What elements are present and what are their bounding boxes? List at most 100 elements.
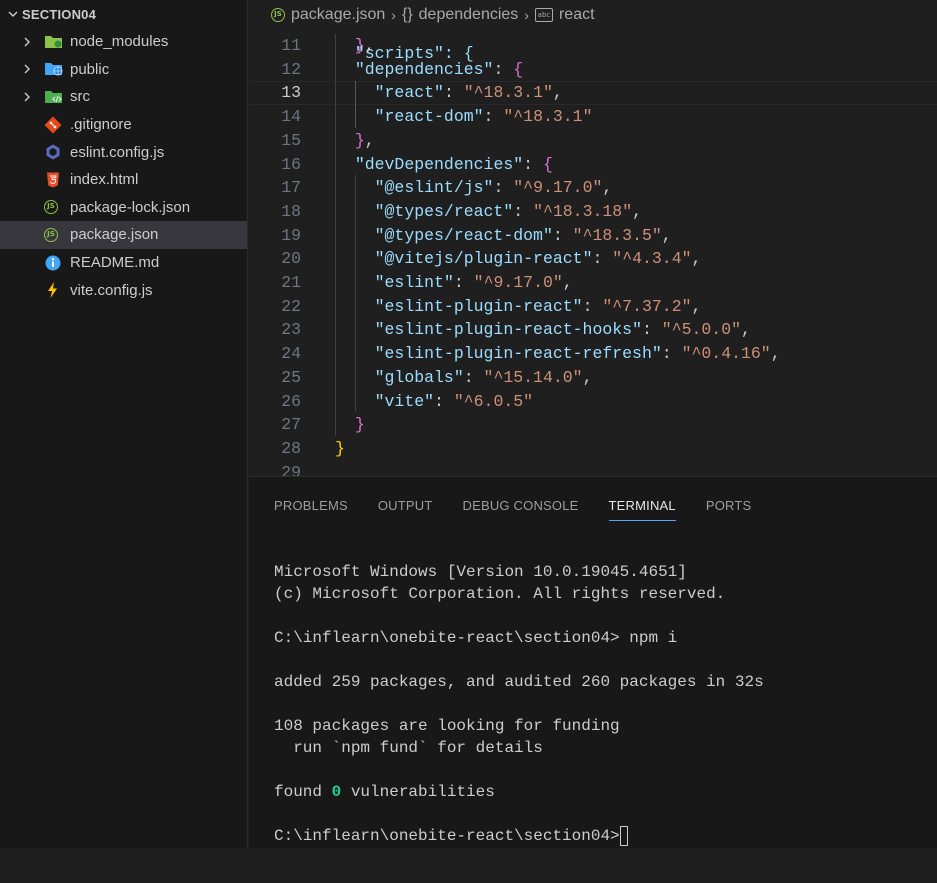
code-line[interactable]: 22 "eslint-plugin-react": "^7.37.2", bbox=[249, 295, 937, 319]
vite-icon bbox=[44, 276, 62, 304]
code-line[interactable]: 24 "eslint-plugin-react-refresh": "^0.4.… bbox=[249, 342, 937, 366]
tree-item-package-lock[interactable]: JS package-lock.json bbox=[0, 194, 247, 222]
code-line[interactable]: 23 "eslint-plugin-react-hooks": "^5.0.0"… bbox=[249, 318, 937, 342]
chevron-right-icon[interactable] bbox=[22, 83, 32, 111]
breadcrumb-symbol[interactable]: react bbox=[559, 6, 595, 24]
code-text: "@types/react-dom": "^18.3.5", bbox=[374, 225, 672, 245]
tree-item-label: eslint.config.js bbox=[70, 143, 165, 161]
code-text: } bbox=[335, 438, 345, 458]
terminal-line: C:\inflearn\onebite-react\section04> bbox=[274, 825, 937, 847]
tree-item-label: vite.config.js bbox=[70, 281, 153, 299]
terminal-line: found 0 vulnerabilities bbox=[274, 781, 937, 803]
tree-item-label: public bbox=[70, 60, 110, 78]
code-line[interactable]: 17 "@eslint/js": "^9.17.0", bbox=[249, 176, 937, 200]
line-number: 20 bbox=[281, 249, 301, 269]
eslint-icon bbox=[44, 138, 62, 166]
chevron-right-icon[interactable] bbox=[22, 56, 32, 84]
code-line[interactable]: 12 "dependencies": { bbox=[249, 58, 937, 82]
tree-item-src[interactable]: src bbox=[0, 83, 247, 111]
tab-problems[interactable]: PROBLEMS bbox=[274, 498, 348, 521]
explorer-section-header[interactable]: SECTION04 bbox=[0, 0, 247, 28]
code-line[interactable]: 25 "globals": "^15.14.0", bbox=[249, 366, 937, 390]
code-text: "@types/react": "^18.3.18", bbox=[374, 201, 642, 221]
code-line[interactable]: 21 "eslint": "^9.17.0", bbox=[249, 271, 937, 295]
tree-item-readme[interactable]: README.md bbox=[0, 249, 247, 277]
section-title: SECTION04 bbox=[22, 6, 97, 22]
tree-item-index-html[interactable]: index.html bbox=[0, 166, 247, 194]
line-number: 16 bbox=[281, 154, 301, 174]
tree-item-node-modules[interactable]: node_modules bbox=[0, 28, 247, 56]
chevron-down-icon[interactable] bbox=[4, 8, 22, 20]
line-number: 22 bbox=[281, 296, 301, 316]
breadcrumb-section[interactable]: dependencies bbox=[419, 6, 519, 24]
html5-icon bbox=[44, 166, 62, 194]
code-line[interactable]: 11 }, bbox=[249, 34, 937, 58]
tab-terminal[interactable]: TERMINAL bbox=[608, 498, 676, 521]
code-text: "eslint": "^9.17.0", bbox=[374, 273, 573, 292]
git-icon bbox=[44, 111, 62, 139]
tab-debug-console[interactable]: DEBUG CONSOLE bbox=[463, 498, 579, 521]
chevron-right-icon[interactable] bbox=[22, 28, 32, 56]
line-number: 23 bbox=[281, 320, 301, 340]
tree-item-label: node_modules bbox=[70, 33, 169, 51]
code-line[interactable]: 29 bbox=[249, 461, 937, 476]
code-text: "react": "^18.3.1", bbox=[374, 83, 563, 103]
nodejs-icon: JS bbox=[44, 194, 58, 222]
terminal-prompt: C:\inflearn\onebite-react\section04> bbox=[274, 827, 620, 845]
code-line[interactable]: 15 }, bbox=[249, 129, 937, 153]
tree-item-eslint-config[interactable]: eslint.config.js bbox=[0, 138, 247, 166]
code-line[interactable]: 19 "@types/react-dom": "^18.3.5", bbox=[249, 224, 937, 248]
terminal-line: (c) Microsoft Corporation. All rights re… bbox=[274, 585, 726, 603]
code-line[interactable]: 16 "devDependencies": { bbox=[249, 153, 937, 177]
code-line[interactable]: 28} bbox=[249, 437, 937, 461]
tree-item-label: package-lock.json bbox=[70, 198, 191, 216]
code-text: "react-dom": "^18.3.1" bbox=[374, 107, 593, 127]
breadcrumb: JS package.json › {} dependencies › abc … bbox=[249, 0, 937, 30]
code-line[interactable]: 26 "vite": "^6.0.5" bbox=[249, 390, 937, 414]
terminal-cursor bbox=[619, 825, 628, 846]
tree-item-label: .gitignore bbox=[70, 116, 132, 134]
line-number: 18 bbox=[281, 201, 301, 221]
code-line[interactable]: 14 "react-dom": "^18.3.1" bbox=[249, 105, 937, 129]
code-text: "vite": "^6.0.5" bbox=[374, 391, 534, 411]
terminal-line: run `npm fund` for details bbox=[274, 739, 543, 757]
tab-ports[interactable]: PORTS bbox=[706, 498, 752, 521]
code-text: } bbox=[354, 415, 365, 435]
terminal-line: added 259 packages, and audited 260 pack… bbox=[274, 673, 764, 691]
terminal-line: C:\inflearn\onebite-react\section04> npm… bbox=[274, 629, 678, 647]
folder-public-icon bbox=[44, 56, 64, 84]
line-number: 29 bbox=[281, 462, 301, 476]
breadcrumb-braces: {} bbox=[401, 6, 413, 23]
code-editor[interactable]: "scripts": { 11 }, 12 "dependencies": {13… bbox=[249, 30, 937, 476]
vulnerability-count: 0 bbox=[331, 783, 342, 801]
tree-item-label: src bbox=[70, 88, 90, 106]
line-number: 21 bbox=[281, 273, 301, 292]
line-number: 15 bbox=[281, 130, 301, 150]
code-text: "globals": "^15.14.0", bbox=[374, 367, 593, 387]
nodejs-icon: JS bbox=[271, 8, 285, 22]
code-text: "eslint-plugin-react": "^7.37.2", bbox=[374, 296, 702, 316]
line-number: 26 bbox=[281, 391, 301, 411]
found-text: found bbox=[274, 783, 332, 801]
tab-output[interactable]: OUTPUT bbox=[378, 498, 433, 521]
code-line[interactable]: 18 "@types/react": "^18.3.18", bbox=[249, 200, 937, 224]
tree-item-package-json[interactable]: JS package.json bbox=[0, 221, 247, 249]
tree-item-public[interactable]: public bbox=[0, 56, 247, 84]
tree-item-vite-config[interactable]: vite.config.js bbox=[0, 276, 247, 304]
terminal[interactable]: Microsoft Windows [Version 10.0.19045.46… bbox=[274, 543, 937, 883]
found-text: vulnerabilities bbox=[341, 783, 495, 801]
code-line[interactable]: 13 "react": "^18.3.1", bbox=[249, 81, 937, 105]
line-number: 17 bbox=[281, 178, 301, 198]
line-number: 25 bbox=[281, 367, 301, 387]
chevron-right-icon: › bbox=[524, 7, 529, 23]
breadcrumb-file[interactable]: package.json bbox=[291, 6, 385, 24]
code-line[interactable]: 27 } bbox=[249, 413, 937, 437]
line-number: 14 bbox=[281, 107, 301, 127]
code-text: }, bbox=[354, 36, 375, 55]
chevron-right-icon: › bbox=[391, 7, 396, 23]
code-line[interactable]: 20 "@vitejs/plugin-react": "^4.3.4", bbox=[249, 247, 937, 271]
code-text: "devDependencies": { bbox=[354, 154, 553, 174]
tree-item-gitignore[interactable]: .gitignore bbox=[0, 111, 247, 139]
code-text: "eslint-plugin-react-refresh": "^0.4.16"… bbox=[374, 344, 781, 364]
code-text: }, bbox=[354, 130, 375, 150]
